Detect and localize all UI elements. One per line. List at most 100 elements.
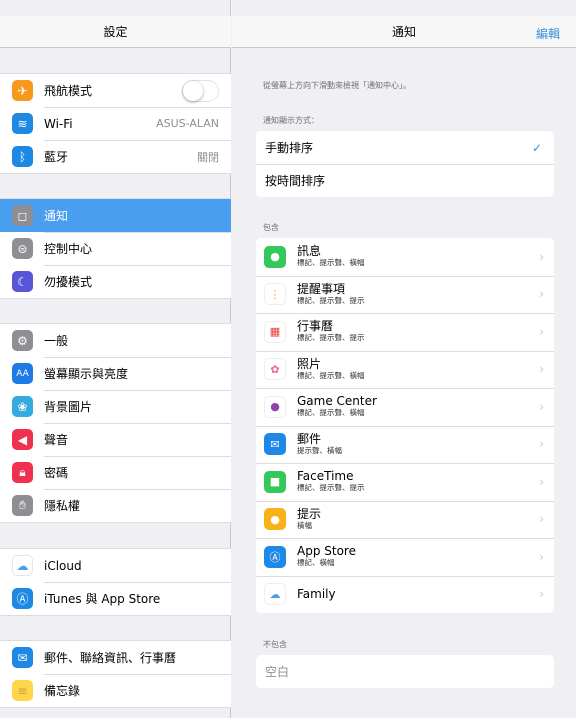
sidebar-item[interactable]: ⊜ 控制中心 [0,232,231,265]
sidebar-item[interactable]: ✈ 飛航模式 [0,74,231,107]
sidebar-item[interactable]: ☁ iCloud [0,549,231,582]
chevron-right-icon: › [539,512,544,527]
chevron-right-icon: › [539,287,544,302]
display-icon: AA [12,363,33,384]
sidebar-item[interactable]: ◀ 聲音 [0,423,231,456]
sidebar-item[interactable]: ✉ 郵件、聯絡資訊、行事曆 [0,641,231,674]
app-notification-row[interactable]: ■ FaceTime 標記、提示聲、提示 › [256,463,554,501]
sidebar-item-label: 藍牙 [44,150,69,164]
airplane-icon: ✈ [12,80,33,101]
settings-sidebar: 設定 ✈ 飛航模式 ≋ Wi-Fi ASUS-ALAN ᛒ 藍牙 關閉 ◻ 通知 ⊜ 控制中心 ☾ 勿擾模… [0,0,231,718]
moon-icon: ☾ [12,271,33,292]
sidebar-item-label: 螢幕顯示與亮度 [44,367,129,381]
detail-navbar: 通知 編輯 [232,16,576,48]
app-notification-row[interactable]: ● 提示 橫幅 › [256,500,554,539]
sidebar-navbar: 設定 [0,16,231,48]
settings-group: ✈ 飛航模式 ≋ Wi-Fi ASUS-ALAN ᛒ 藍牙 關閉 [0,73,231,174]
sidebar-item[interactable]: 🔒︎ 密碼 [0,456,231,489]
sort-section-header: 通知顯示方式： [263,116,319,125]
sidebar-item-label: 聲音 [44,433,69,447]
sidebar-item[interactable]: ✋︎ 隱私權 [0,489,231,522]
notifications-icon: ◻ [12,205,33,226]
sidebar-item[interactable]: ≋ Wi-Fi ASUS-ALAN [0,107,231,140]
app-name: Family [297,586,336,601]
app-texts: App Store 標記、橫幅 [297,545,554,568]
bluetooth-icon: ᛒ [12,146,33,167]
chevron-right-icon: › [539,324,544,339]
chevron-right-icon: › [539,249,544,264]
app-alert-styles: 標記、提示聲、橫幅 [297,370,365,380]
sort-option-manual[interactable]: 手動排序 ✓ [256,131,554,164]
sidebar-item[interactable]: ≡ 備忘錄 [0,674,231,707]
notes-icon: ≡ [12,680,33,701]
chevron-right-icon: › [539,399,544,414]
sort-option-label: 手動排序 [265,141,314,155]
app-texts: FaceTime 標記、提示聲、提示 [297,470,554,493]
settings-group: ◻ 通知 ⊜ 控制中心 ☾ 勿擾模式 [0,198,231,299]
detail-title: 通知 [391,25,416,39]
sidebar-item[interactable]: ❀ 背景圖片 [0,390,231,423]
photos-icon: ✿ [264,358,286,381]
sidebar-item[interactable]: ᛒ 藍牙 關閉 [0,140,231,173]
sidebar-item-label: 控制中心 [44,242,93,256]
reminders-icon: ⋮ [264,283,286,306]
exclude-section-header: 不包含 [263,640,287,649]
hand-icon: ✋︎ [12,495,33,516]
settings-group: ☁ iCloud ⒶiTunes 與 App Store [0,548,231,616]
notification-center-hint: 從螢幕上方向下滑動來檢視「通知中心」。 [263,81,411,90]
control-center-icon: ⊜ [12,238,33,259]
tips-icon: ● [264,508,286,531]
app-store-icon: Ⓐ [264,545,286,568]
sound-icon: ◀ [12,429,33,450]
app-texts: 照片 標記、提示聲、橫幅 [297,356,554,381]
app-name: 照片 [297,356,322,371]
app-notification-row[interactable]: Ⓐ App Store 標記、橫幅 › [256,538,554,576]
app-notification-row[interactable]: ✿ 照片 標記、提示聲、橫幅 › [256,350,554,389]
chevron-right-icon: › [539,587,544,602]
settings-group: ⚙ 一般 AA 螢幕顯示與亮度 ❀ 背景圖片 ◀ 聲音 🔒︎ 密碼 ✋︎ 隱私權 [0,323,231,523]
app-notification-row[interactable]: ● Game Center 標記、提示聲、橫幅 › [256,388,554,426]
sidebar-item-label: 一般 [44,334,69,348]
sidebar-item[interactable]: AA 螢幕顯示與亮度 [0,357,231,390]
sidebar-item-value: ASUS-ALAN [156,117,219,130]
app-texts: 提醒事項 標記、提示聲、提示 [297,282,554,306]
app-texts: 行事曆 標記、提示聲、提示 [297,320,554,343]
sidebar-item-label: 飛航模式 [44,84,93,98]
app-texts: Family [297,586,554,601]
sort-options-card: 手動排序 ✓ 按時間排序 [256,131,554,197]
settings-group: ✉ 郵件、聯絡資訊、行事曆 ≡ 備忘錄 [0,640,231,708]
app-name: FaceTime [297,469,354,484]
gear-icon: ⚙ [12,330,33,351]
app-texts: Game Center 標記、提示聲、橫幅 [297,395,554,418]
sidebar-item[interactable]: ⚙ 一般 [0,324,231,357]
app-texts: 郵件 提示聲、橫幅 [297,432,554,456]
excluded-empty-row: 空白 [256,655,554,688]
app-name: Game Center [297,394,377,409]
sidebar-item[interactable]: ⒶiTunes 與 App Store [0,582,231,615]
edit-button[interactable]: 編輯 [536,25,560,42]
app-notification-row[interactable]: ▦ 行事曆 標記、提示聲、提示 › [256,313,554,351]
airplane-mode-toggle[interactable] [182,79,219,102]
sidebar-item-label: 密碼 [44,466,69,480]
calendar-icon: ▦ [264,320,286,343]
app-notification-row[interactable]: ⋮ 提醒事項 標記、提示聲、提示 › [256,275,554,314]
sidebar-item[interactable]: ◻ 通知 [0,199,231,232]
chevron-right-icon: › [539,474,544,489]
app-notification-row[interactable]: ✉ 郵件 提示聲、橫幅 › [256,425,554,464]
app-name: 行事曆 [297,319,334,334]
excluded-apps-card: 空白 [256,655,554,688]
app-name: 訊息 [297,244,322,259]
chevron-right-icon: › [539,549,544,564]
messages-icon: ● [264,245,286,268]
game-center-icon: ● [264,395,286,418]
sidebar-item-value: 關閉 [197,150,219,164]
mail-icon: ✉ [264,433,286,456]
icloud-icon: ☁ [12,555,33,576]
app-notification-row[interactable]: ☁ Family › [256,575,554,614]
family-icon: ☁ [264,583,286,606]
included-apps-card: ● 訊息 標記、提示聲、橫幅 › ⋮ 提醒事項 標記、提示聲、提示 › ▦ 行事曆 標記、提示聲、提… [256,238,554,613]
sidebar-item-label: 通知 [44,209,69,223]
sidebar-item[interactable]: ☾ 勿擾模式 [0,265,231,298]
sort-option-by-time[interactable]: 按時間排序 [256,164,554,197]
app-notification-row[interactable]: ● 訊息 標記、提示聲、橫幅 › [256,238,554,276]
